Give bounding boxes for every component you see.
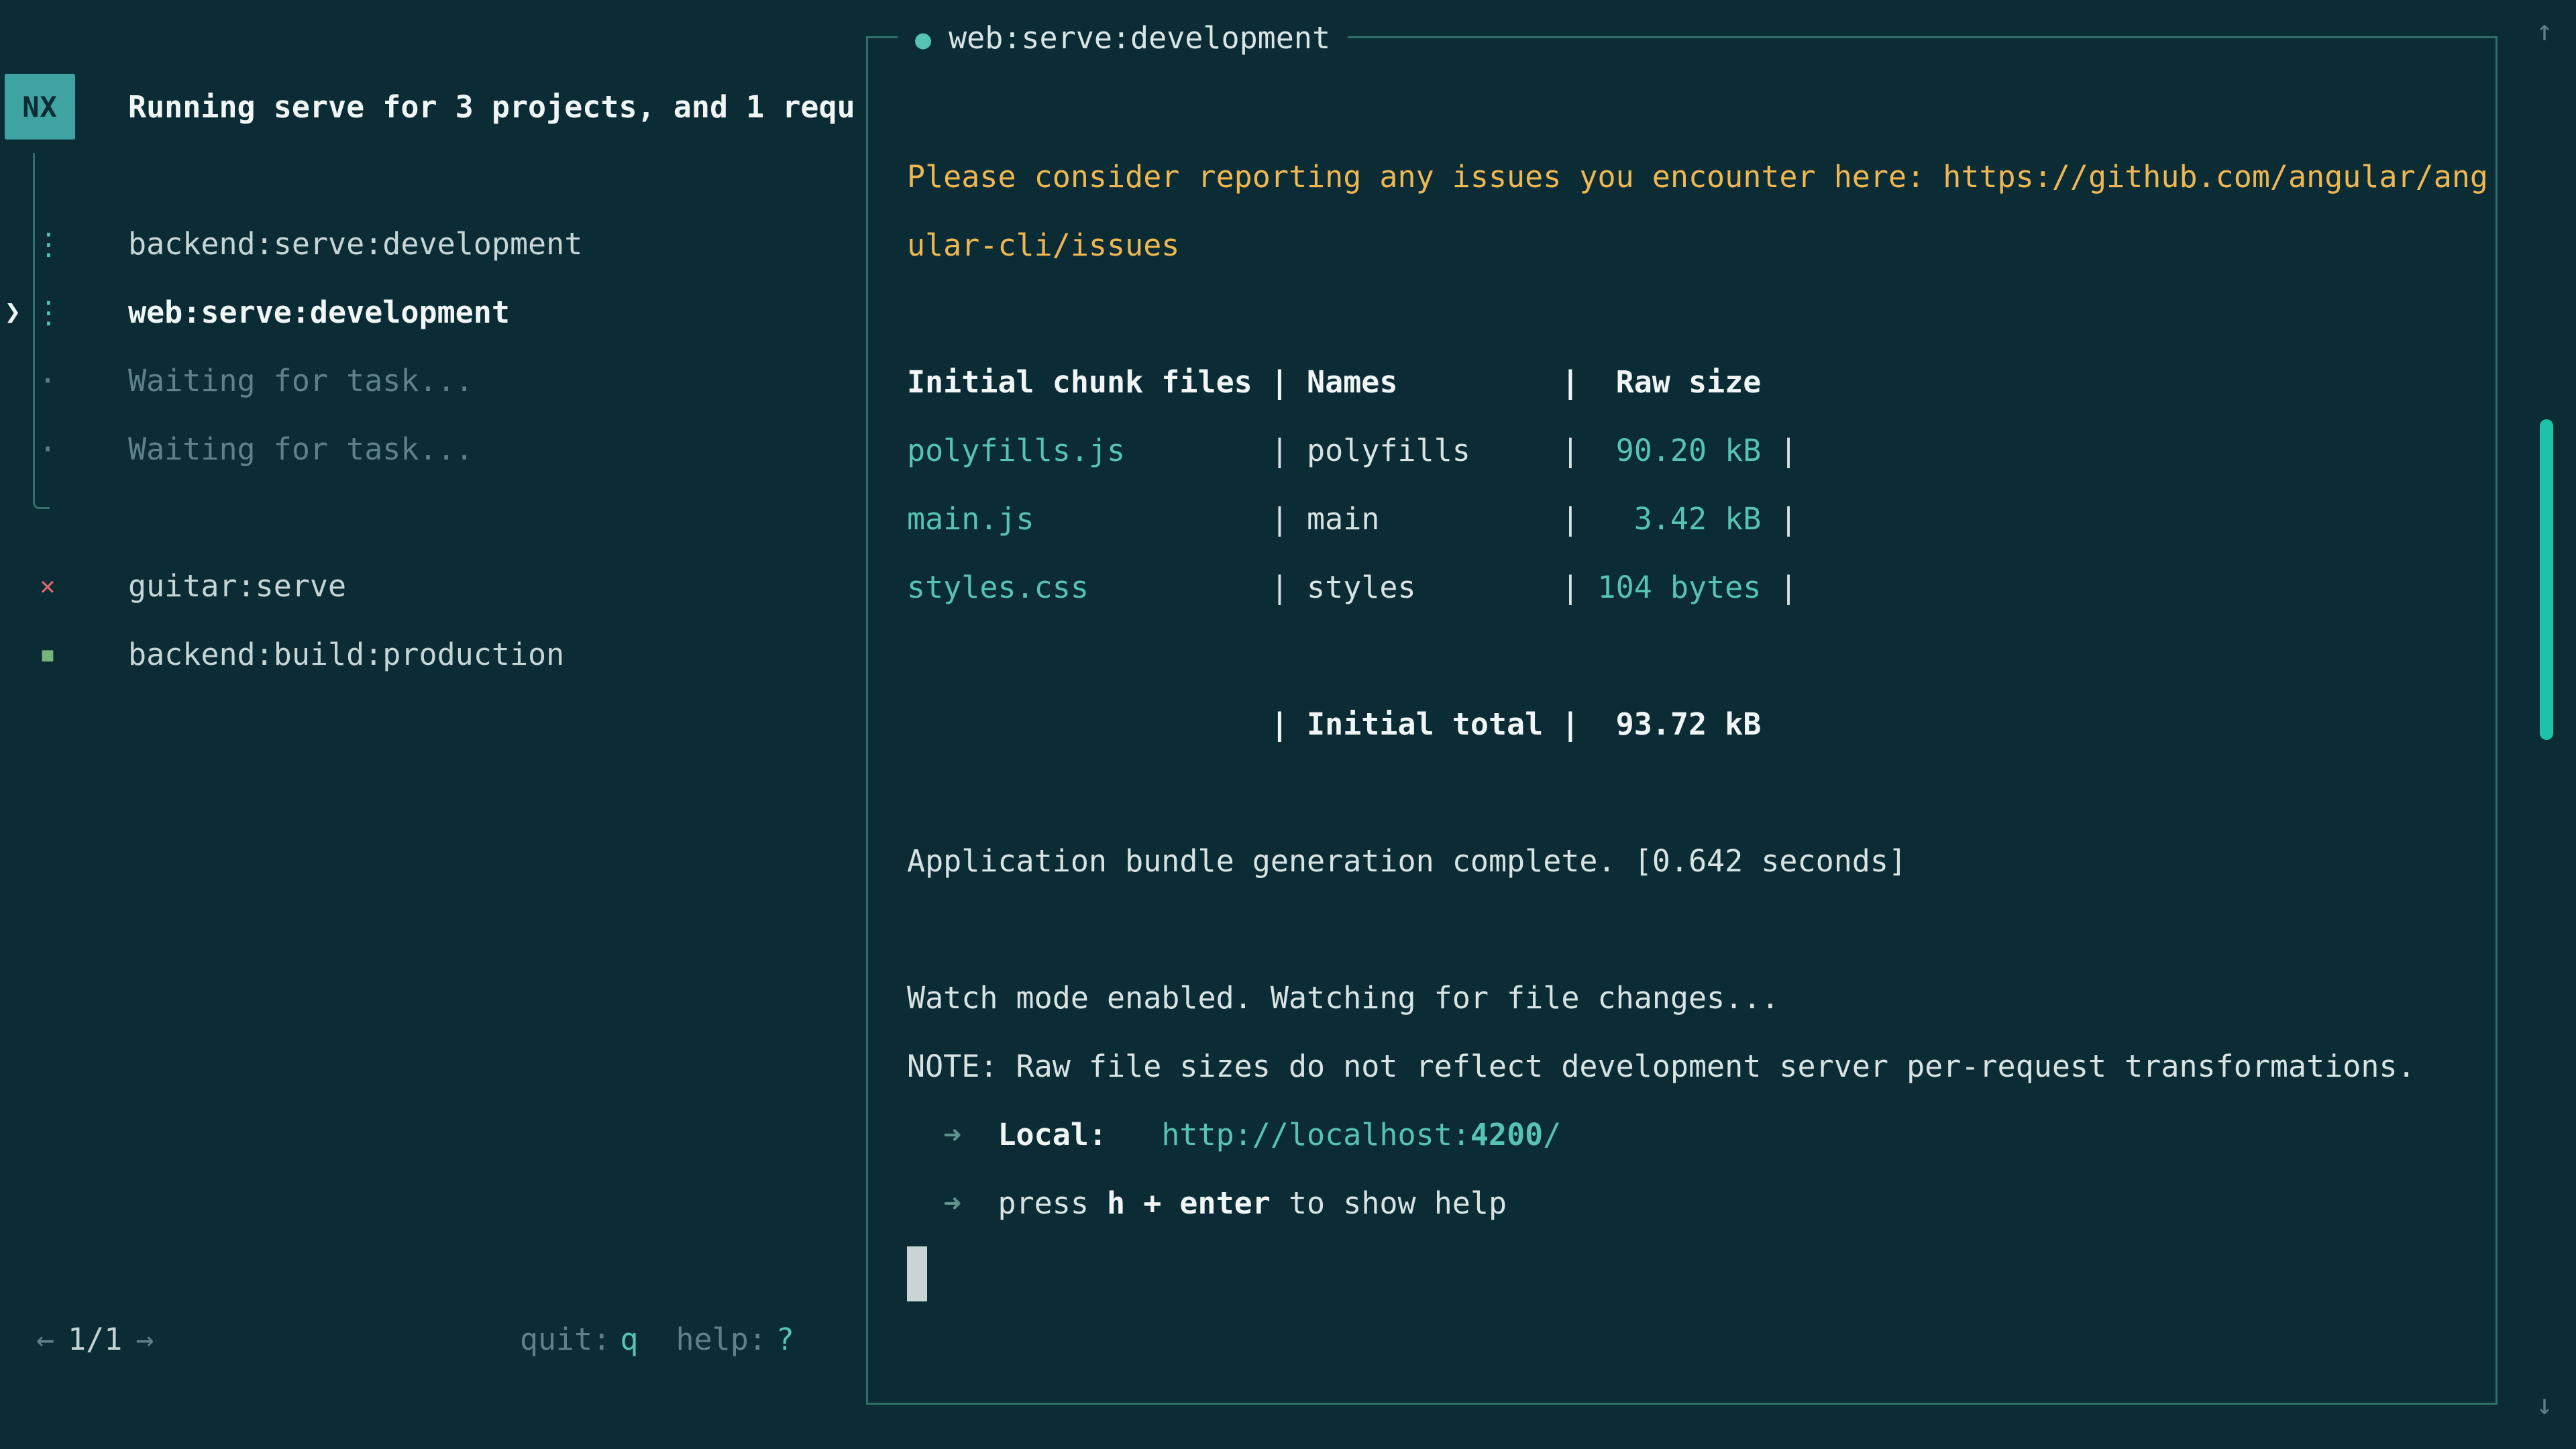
chunk-size: 3.42 kB: [1579, 501, 1761, 537]
help-label: help:: [676, 1322, 766, 1357]
failed-cross-icon: ✕: [34, 571, 62, 600]
help-hint-line: ➜ press h + enter to show help: [907, 1169, 2482, 1238]
scroll-down-icon[interactable]: ↓: [2521, 1374, 2568, 1436]
help-hint-suffix: to show help: [1271, 1185, 1507, 1221]
issue-report-notice: Please consider reporting any issues you…: [907, 159, 2488, 195]
chunk-table-header: Initial chunk files | Names | Raw size: [907, 348, 2482, 417]
output-panel: ●web:serve:development Please consider r…: [866, 36, 2498, 1405]
chunk-name: polyfills: [1307, 433, 1561, 468]
help-hint-press: press: [998, 1185, 1107, 1221]
task-row-guitar-serve[interactable]: ✕ guitar:serve: [0, 551, 852, 620]
panel-title-text: web:serve:development: [949, 20, 1330, 56]
task-row-waiting-1[interactable]: · Waiting for task...: [0, 346, 852, 415]
sidebar-header: NX Running serve for 3 projects, and 1 r…: [5, 74, 859, 140]
panel-title: ● web:serve:development: [898, 4, 1348, 72]
sidebar-title: Running serve for 3 projects, and 1 requ: [128, 89, 859, 125]
chunk-table-total: | Initial total | 93.72 kB: [907, 690, 2482, 759]
output-line: Application bundle generation complete. …: [907, 827, 2482, 896]
chunk-name: styles: [1307, 570, 1561, 605]
sidebar-bottom-bar: ← 1/1 → quit: q help:?: [0, 1305, 832, 1373]
spinner-icon: ⋮: [34, 226, 62, 262]
help-hint-keys: h + enter: [1107, 1185, 1271, 1221]
output-line: Please consider reporting any issues you…: [907, 143, 2482, 211]
task-label: web:serve:development: [128, 294, 510, 330]
waiting-dot-icon: ·: [34, 431, 62, 467]
output-line-blank: [907, 74, 2482, 143]
prev-page-arrow-icon[interactable]: ←: [36, 1322, 54, 1357]
watch-mode-message: Watch mode enabled. Watching for file ch…: [907, 980, 1779, 1016]
task-label: backend:build:production: [128, 637, 564, 672]
scroll-up-icon[interactable]: ↑: [2521, 0, 2568, 62]
task-row-waiting-2[interactable]: · Waiting for task...: [0, 415, 852, 483]
task-label: Waiting for task...: [128, 363, 474, 398]
task-row-backend-serve[interactable]: ⋮ backend:serve:development: [0, 209, 852, 278]
quit-label: quit:: [520, 1322, 610, 1357]
task-label: backend:serve:development: [128, 226, 582, 262]
local-port[interactable]: 4200: [1470, 1117, 1543, 1152]
keyboard-shortcuts: quit: q help:?: [520, 1322, 794, 1357]
spinner-icon: ⋮: [34, 294, 62, 330]
issue-report-notice-url: ular-cli/issues: [907, 227, 1179, 263]
output-line: Watch mode enabled. Watching for file ch…: [907, 964, 2482, 1032]
chunk-table-row: styles.css | styles | 104 bytes |: [907, 553, 2482, 622]
local-url[interactable]: http://localhost:: [1161, 1117, 1470, 1152]
output-line-blank: [907, 896, 2482, 964]
task-list-gap: [0, 483, 852, 551]
task-sidebar: NX Running serve for 3 projects, and 1 r…: [0, 0, 852, 1449]
output-line-blank: [907, 280, 2482, 348]
arrow-icon: ➜: [907, 1117, 998, 1152]
chunk-table-row: polyfills.js | polyfills | 90.20 kB |: [907, 417, 2482, 485]
success-square-icon: ■: [34, 643, 62, 665]
chunk-file: styles.css: [907, 570, 1271, 605]
local-label: Local:: [998, 1117, 1107, 1152]
terminal-cursor: [907, 1246, 927, 1301]
local-url-suffix[interactable]: /: [1543, 1117, 1561, 1152]
task-list: ⋮ backend:serve:development ❯ ⋮ web:serv…: [0, 209, 852, 688]
task-label: guitar:serve: [128, 568, 346, 604]
waiting-dot-icon: ·: [34, 363, 62, 398]
chunk-name: main: [1307, 501, 1561, 537]
pagination: ← 1/1 →: [36, 1322, 154, 1357]
bundle-complete-message: Application bundle generation complete. …: [907, 843, 1907, 879]
note-message: NOTE: Raw file sizes do not reflect deve…: [907, 1049, 2416, 1084]
selected-chevron-icon: ❯: [0, 297, 34, 327]
nx-tui-screen: NX Running serve for 3 projects, and 1 r…: [0, 0, 2576, 1449]
page-indicator: 1/1: [68, 1322, 122, 1357]
local-url-line: ➜ Local: http://localhost:4200/: [907, 1101, 2482, 1169]
task-row-backend-build[interactable]: ■ backend:build:production: [0, 620, 852, 688]
output-line: ular-cli/issues: [907, 211, 2482, 280]
chunk-size: 104 bytes: [1579, 570, 1761, 605]
chunk-table-row: main.js | main | 3.42 kB |: [907, 485, 2482, 553]
help-key: ?: [776, 1322, 794, 1357]
next-page-arrow-icon[interactable]: →: [136, 1322, 154, 1357]
output-line-blank: [907, 759, 2482, 827]
task-label: Waiting for task...: [128, 431, 474, 467]
arrow-icon: ➜: [907, 1185, 998, 1221]
output-line-blank: [907, 622, 2482, 690]
cursor-line: [907, 1238, 2482, 1306]
chunk-size: 90.20 kB: [1579, 433, 1761, 468]
scrollbar-thumb[interactable]: [2540, 419, 2553, 740]
quit-key: q: [620, 1322, 638, 1357]
chunk-file: polyfills.js: [907, 433, 1271, 468]
task-status-dot-icon: ●: [915, 24, 931, 55]
output-line: NOTE: Raw file sizes do not reflect deve…: [907, 1032, 2482, 1101]
terminal-output[interactable]: Please consider reporting any issues you…: [907, 74, 2482, 1306]
nx-logo: NX: [5, 74, 75, 140]
chunk-file: main.js: [907, 501, 1271, 537]
task-row-web-serve[interactable]: ❯ ⋮ web:serve:development: [0, 278, 852, 346]
